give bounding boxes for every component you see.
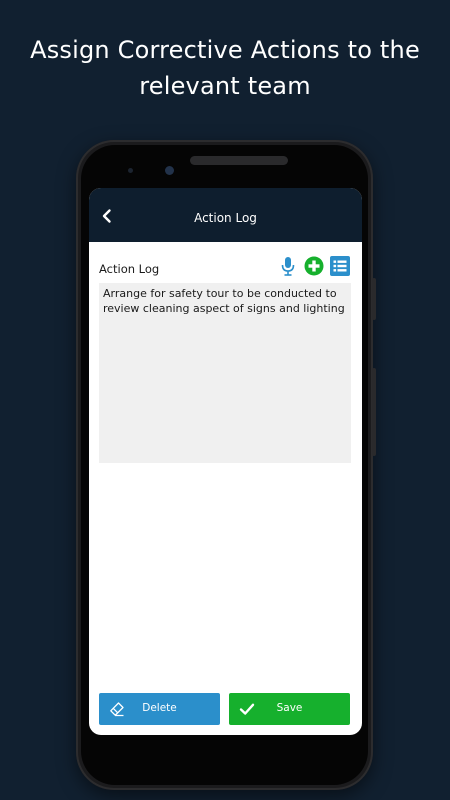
- action-log-input[interactable]: Arrange for safety tour to be conducted …: [99, 283, 351, 463]
- header-title: Action Log: [194, 211, 257, 225]
- delete-button[interactable]: Delete: [99, 693, 220, 725]
- action-log-label: Action Log: [99, 262, 160, 276]
- phone-sensor: [128, 168, 133, 173]
- app-header: Action Log: [89, 188, 362, 242]
- save-button-label: Save: [276, 702, 303, 714]
- promo-heading: Assign Corrective Actions to the relevan…: [0, 32, 450, 104]
- save-button[interactable]: Save: [229, 693, 350, 725]
- delete-button-label: Delete: [142, 702, 177, 714]
- list-button[interactable]: [330, 256, 350, 276]
- app-screen: Action Log Action Log Arrange for safety…: [89, 188, 362, 735]
- microphone-icon: [281, 257, 295, 276]
- volume-button: [372, 368, 376, 456]
- power-button: [372, 278, 376, 320]
- phone-camera: [165, 166, 174, 175]
- add-button[interactable]: [304, 256, 324, 276]
- promo-heading-line-2: relevant team: [139, 72, 311, 100]
- promo-heading-line-1: Assign Corrective Actions to the: [30, 36, 420, 64]
- microphone-button[interactable]: [278, 256, 298, 276]
- phone-speaker: [190, 156, 288, 165]
- list-icon: [330, 256, 350, 276]
- plus-circle-icon: [304, 256, 324, 276]
